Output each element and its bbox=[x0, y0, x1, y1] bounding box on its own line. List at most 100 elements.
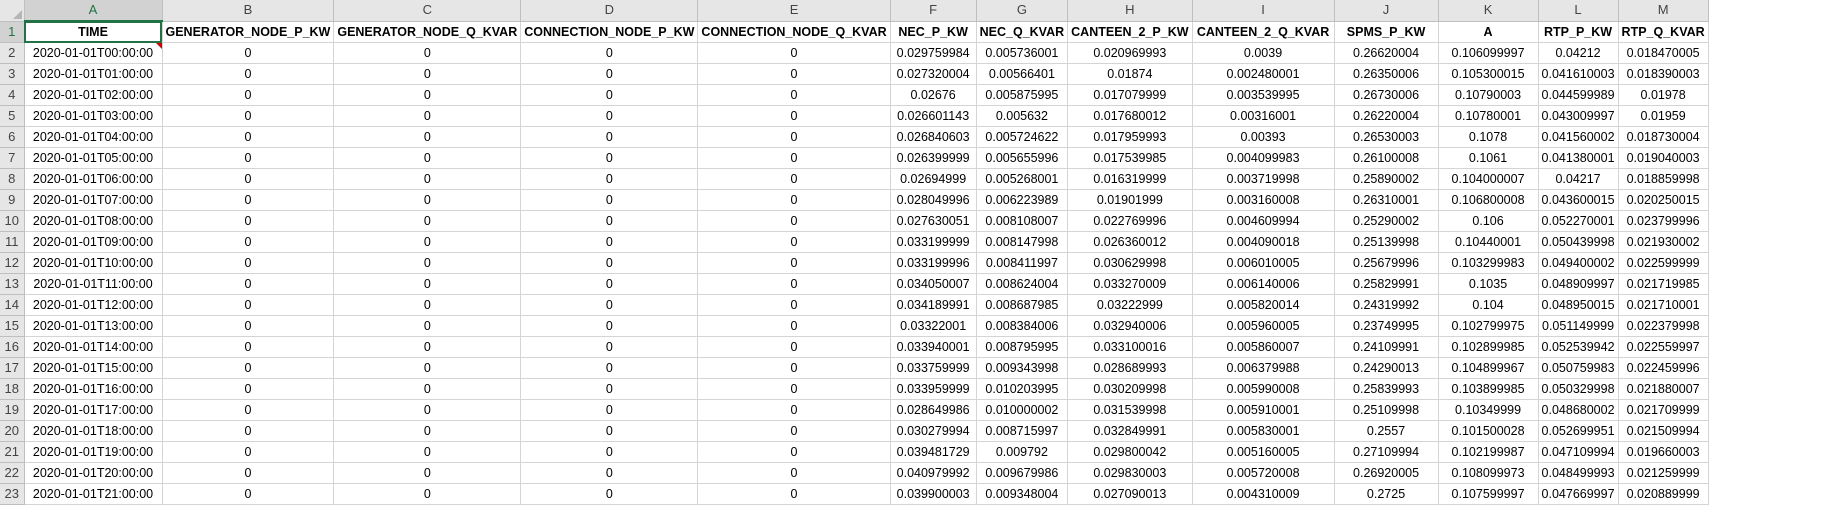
table-cell[interactable]: 0.003160008 bbox=[1192, 189, 1335, 211]
table-cell[interactable]: 0.048950015 bbox=[1538, 294, 1619, 316]
table-cell[interactable]: 2020-01-01T06:00:00 bbox=[24, 168, 163, 190]
table-cell[interactable]: 0.10780001 bbox=[1438, 105, 1539, 127]
column-header-l[interactable]: L bbox=[1538, 0, 1619, 22]
table-cell[interactable]: 0.26220004 bbox=[1334, 105, 1439, 127]
table-cell[interactable]: 0 bbox=[697, 168, 891, 190]
table-cell[interactable]: 0 bbox=[697, 441, 891, 463]
table-cell[interactable]: 0.005268001 bbox=[976, 168, 1069, 190]
table-cell[interactable]: 0.018470005 bbox=[1618, 42, 1709, 64]
table-cell[interactable]: 0.044599989 bbox=[1538, 84, 1619, 106]
table-cell[interactable]: 0.002480001 bbox=[1192, 63, 1335, 85]
table-cell[interactable]: 0.043009997 bbox=[1538, 105, 1619, 127]
table-cell[interactable]: 0.004090018 bbox=[1192, 231, 1335, 253]
table-cell[interactable]: 0 bbox=[162, 42, 335, 64]
table-cell[interactable]: 0 bbox=[520, 336, 699, 358]
table-cell[interactable]: 0 bbox=[333, 399, 522, 421]
table-cell[interactable]: 0.24109991 bbox=[1334, 336, 1439, 358]
table-cell[interactable]: 0 bbox=[162, 315, 335, 337]
table-cell[interactable]: 0 bbox=[162, 252, 335, 274]
table-cell[interactable]: 0 bbox=[333, 105, 522, 127]
header-cell[interactable]: TIME bbox=[24, 21, 163, 43]
table-cell[interactable]: 0 bbox=[697, 105, 891, 127]
table-cell[interactable]: 0.022459996 bbox=[1618, 357, 1709, 379]
row-header[interactable]: 16 bbox=[0, 336, 25, 358]
column-header-k[interactable]: K bbox=[1438, 0, 1539, 22]
table-cell[interactable]: 0.022559997 bbox=[1618, 336, 1709, 358]
row-header[interactable]: 10 bbox=[0, 210, 25, 232]
table-cell[interactable]: 0.106099997 bbox=[1438, 42, 1539, 64]
table-cell[interactable]: 0 bbox=[333, 336, 522, 358]
table-cell[interactable]: 0 bbox=[162, 126, 335, 148]
table-cell[interactable]: 0.033959999 bbox=[890, 378, 977, 400]
column-header-d[interactable]: D bbox=[520, 0, 699, 22]
table-cell[interactable]: 2020-01-01T16:00:00 bbox=[24, 378, 163, 400]
row-header[interactable]: 8 bbox=[0, 168, 25, 190]
column-header-m[interactable]: M bbox=[1618, 0, 1709, 22]
table-cell[interactable]: 0.26350006 bbox=[1334, 63, 1439, 85]
table-cell[interactable]: 0 bbox=[333, 273, 522, 295]
table-cell[interactable]: 0.047109994 bbox=[1538, 441, 1619, 463]
table-cell[interactable]: 0.10790003 bbox=[1438, 84, 1539, 106]
table-cell[interactable]: 0.006223989 bbox=[976, 189, 1069, 211]
table-cell[interactable]: 0.005860007 bbox=[1192, 336, 1335, 358]
table-cell[interactable]: 0.033940001 bbox=[890, 336, 977, 358]
row-header[interactable]: 3 bbox=[0, 63, 25, 85]
column-header-i[interactable]: I bbox=[1192, 0, 1335, 22]
table-cell[interactable]: 0.26920005 bbox=[1334, 462, 1439, 484]
table-cell[interactable]: 0.020250015 bbox=[1618, 189, 1709, 211]
table-cell[interactable]: 0.005655996 bbox=[976, 147, 1069, 169]
table-cell[interactable]: 0.026840603 bbox=[890, 126, 977, 148]
table-cell[interactable]: 0.010203995 bbox=[976, 378, 1069, 400]
table-cell[interactable]: 0.033759999 bbox=[890, 357, 977, 379]
table-cell[interactable]: 0.107599997 bbox=[1438, 483, 1539, 505]
table-cell[interactable]: 0.008687985 bbox=[976, 294, 1069, 316]
table-cell[interactable]: 0.01901999 bbox=[1067, 189, 1193, 211]
row-header[interactable]: 4 bbox=[0, 84, 25, 106]
table-cell[interactable]: 0.029759984 bbox=[890, 42, 977, 64]
table-cell[interactable]: 0.021259999 bbox=[1618, 462, 1709, 484]
row-header[interactable]: 15 bbox=[0, 315, 25, 337]
row-header[interactable]: 21 bbox=[0, 441, 25, 463]
table-cell[interactable]: 0.039481729 bbox=[890, 441, 977, 463]
table-cell[interactable]: 0 bbox=[333, 42, 522, 64]
table-cell[interactable]: 0.02694999 bbox=[890, 168, 977, 190]
table-cell[interactable]: 0.010000002 bbox=[976, 399, 1069, 421]
table-cell[interactable]: 0 bbox=[162, 147, 335, 169]
table-cell[interactable]: 0.018390003 bbox=[1618, 63, 1709, 85]
table-cell[interactable]: 0.01978 bbox=[1618, 84, 1709, 106]
header-cell[interactable]: SPMS_P_KW bbox=[1334, 21, 1439, 43]
table-cell[interactable]: 0.104899967 bbox=[1438, 357, 1539, 379]
row-header[interactable]: 7 bbox=[0, 147, 25, 169]
table-cell[interactable]: 0.034050007 bbox=[890, 273, 977, 295]
table-cell[interactable]: 0.022769996 bbox=[1067, 210, 1193, 232]
table-cell[interactable]: 0 bbox=[520, 441, 699, 463]
table-cell[interactable]: 0 bbox=[333, 168, 522, 190]
table-cell[interactable]: 0.003539995 bbox=[1192, 84, 1335, 106]
table-cell[interactable]: 0 bbox=[162, 105, 335, 127]
table-cell[interactable]: 0.009679986 bbox=[976, 462, 1069, 484]
table-cell[interactable]: 0 bbox=[697, 378, 891, 400]
table-cell[interactable]: 0 bbox=[520, 252, 699, 274]
table-cell[interactable]: 0.25829991 bbox=[1334, 273, 1439, 295]
table-cell[interactable]: 2020-01-01T17:00:00 bbox=[24, 399, 163, 421]
header-cell[interactable]: GENERATOR_NODE_P_KW bbox=[162, 21, 335, 43]
table-cell[interactable]: 0.008624004 bbox=[976, 273, 1069, 295]
table-cell[interactable]: 0.004099983 bbox=[1192, 147, 1335, 169]
table-cell[interactable]: 2020-01-01T08:00:00 bbox=[24, 210, 163, 232]
row-header[interactable]: 18 bbox=[0, 378, 25, 400]
row-header[interactable]: 5 bbox=[0, 105, 25, 127]
row-header[interactable]: 6 bbox=[0, 126, 25, 148]
table-cell[interactable]: 0.24319992 bbox=[1334, 294, 1439, 316]
table-cell[interactable]: 0.034189991 bbox=[890, 294, 977, 316]
table-cell[interactable]: 0 bbox=[697, 189, 891, 211]
row-header[interactable]: 1 bbox=[0, 21, 25, 43]
table-cell[interactable]: 0 bbox=[520, 210, 699, 232]
table-cell[interactable]: 0.005875995 bbox=[976, 84, 1069, 106]
table-cell[interactable]: 0 bbox=[520, 189, 699, 211]
table-cell[interactable]: 2020-01-01T12:00:00 bbox=[24, 294, 163, 316]
table-cell[interactable]: 0.032849991 bbox=[1067, 420, 1193, 442]
header-cell[interactable]: GENERATOR_NODE_Q_KVAR bbox=[333, 21, 522, 43]
row-header[interactable]: 9 bbox=[0, 189, 25, 211]
row-header[interactable]: 14 bbox=[0, 294, 25, 316]
table-cell[interactable]: 0 bbox=[162, 231, 335, 253]
